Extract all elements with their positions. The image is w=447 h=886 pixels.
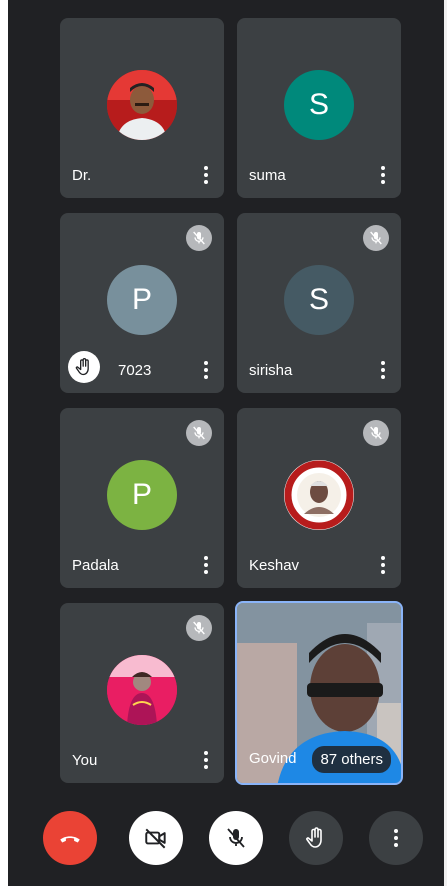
participant-tile-suma[interactable]: S suma: [237, 18, 401, 198]
participant-name: Padala: [72, 557, 119, 574]
child-photo-icon: [107, 655, 177, 725]
participant-tile-you[interactable]: You: [60, 603, 224, 783]
more-options-icon[interactable]: [198, 164, 214, 186]
avatar-emblem: [284, 460, 354, 530]
avatar-letter: S: [284, 70, 354, 140]
more-options-icon[interactable]: [375, 164, 391, 186]
more-options-icon[interactable]: [198, 749, 214, 771]
participant-tile-padala[interactable]: P Padala: [60, 408, 224, 588]
avatar-photo: [107, 70, 177, 140]
more-options-icon[interactable]: [198, 554, 214, 576]
mic-off-icon: [186, 420, 212, 446]
emblem-logo-icon: [284, 460, 354, 530]
participant-tile-7023[interactable]: P 7023: [60, 213, 224, 393]
participant-name: 7023: [118, 362, 152, 379]
participant-name: Dr.: [72, 167, 92, 184]
mic-off-icon: [186, 225, 212, 251]
mic-off-icon: [363, 420, 389, 446]
mic-off-icon: [363, 225, 389, 251]
leave-call-button[interactable]: [43, 811, 97, 865]
participant-name: Keshav: [249, 557, 300, 574]
others-count-badge[interactable]: 87 others: [312, 746, 391, 773]
avatar-photo: [107, 655, 177, 725]
camera-toggle-button[interactable]: [129, 811, 183, 865]
participant-tile-keshav[interactable]: Keshav: [237, 408, 401, 588]
raise-hand-icon: [306, 827, 322, 848]
participant-name: You: [72, 752, 98, 769]
avatar-letter: P: [107, 265, 177, 335]
phone-hangup-icon: [60, 836, 80, 843]
participant-tile-dr[interactable]: Dr.: [60, 18, 224, 198]
participant-name: suma: [249, 167, 286, 184]
participant-tile-sirisha[interactable]: S sirisha: [237, 213, 401, 393]
mic-off-icon: [186, 615, 212, 641]
participant-tile-govind[interactable]: Govind 87 others: [235, 601, 403, 785]
more-options-icon[interactable]: [198, 359, 214, 381]
raise-hand-button[interactable]: [289, 811, 343, 865]
participant-name: sirisha: [249, 362, 293, 379]
more-options-button[interactable]: [369, 811, 423, 865]
avatar-letter: S: [284, 265, 354, 335]
mic-toggle-button[interactable]: [209, 811, 263, 865]
left-edge: [0, 0, 8, 886]
more-vert-icon: [394, 829, 398, 847]
participant-name: Govind: [249, 750, 297, 767]
more-options-icon[interactable]: [375, 359, 391, 381]
raised-hand-icon: [68, 351, 100, 383]
camera-off-icon: [145, 828, 166, 849]
person-photo-icon: [107, 70, 177, 140]
mic-off-icon: [227, 828, 245, 848]
avatar-letter: P: [107, 460, 177, 530]
more-options-icon[interactable]: [375, 554, 391, 576]
